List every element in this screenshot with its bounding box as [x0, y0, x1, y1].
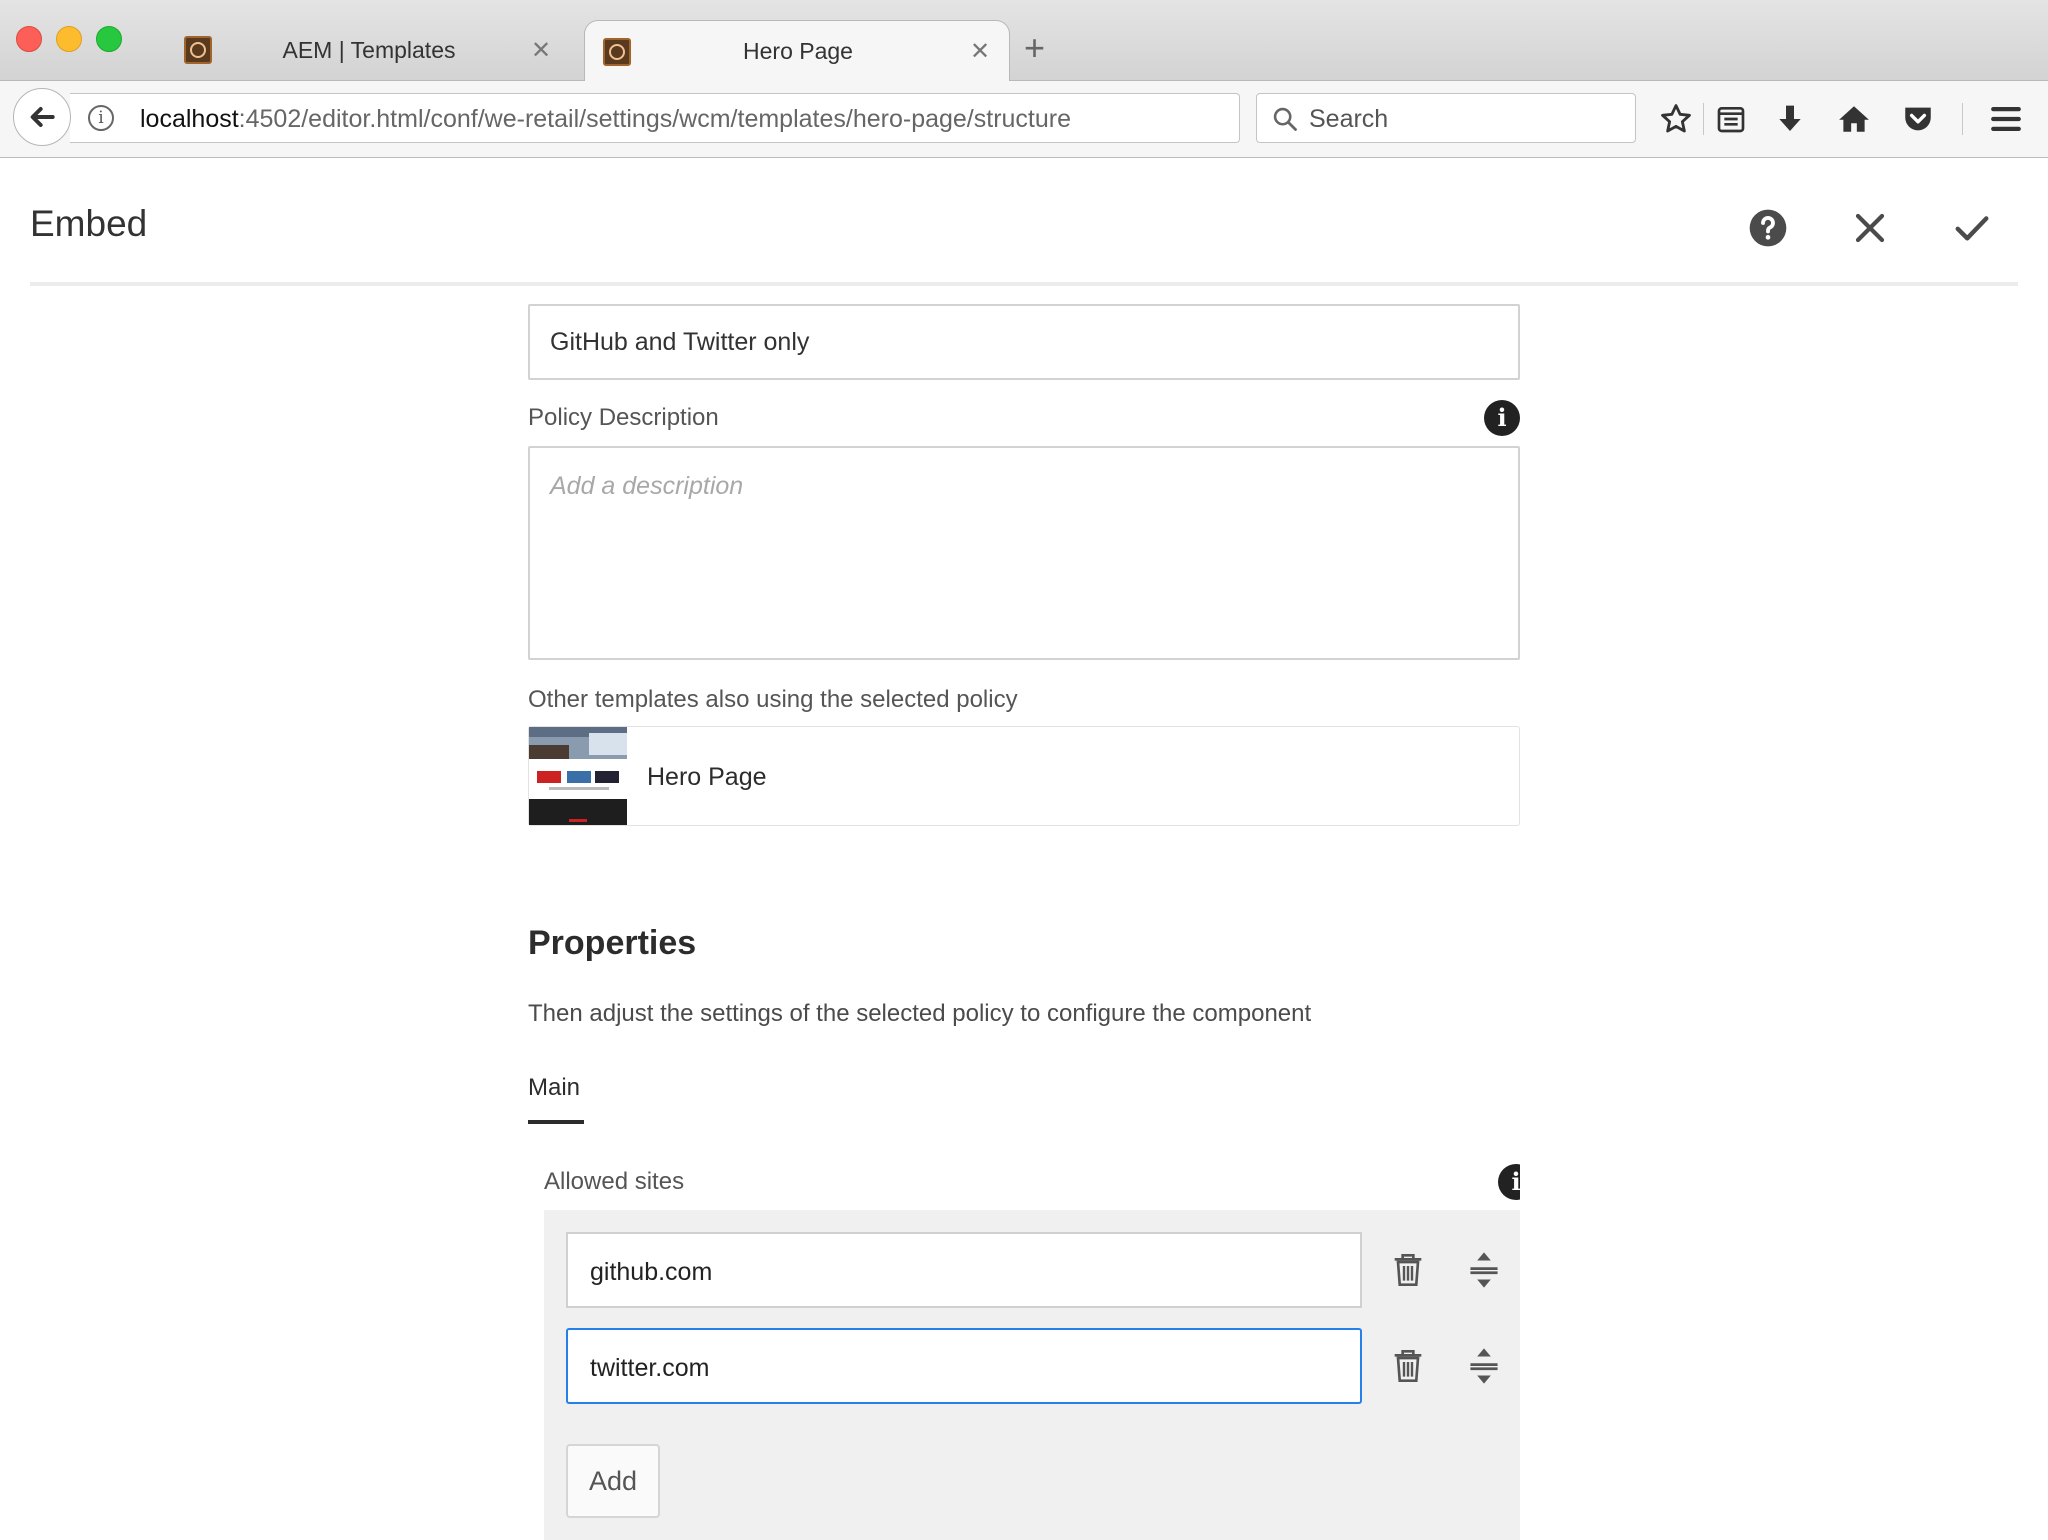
trash-icon[interactable]	[1388, 1250, 1428, 1290]
done-checkmark-icon[interactable]	[1948, 204, 1996, 252]
pocket-icon[interactable]	[1898, 99, 1938, 139]
aem-favicon-icon	[603, 37, 631, 66]
template-thumbnail	[529, 727, 627, 825]
add-site-button[interactable]: Add	[566, 1444, 660, 1518]
allowed-sites-label: Allowed sites	[544, 1168, 685, 1195]
properties-description: Then adjust the settings of the selected…	[528, 1000, 1312, 1027]
window-zoom-button[interactable]	[96, 26, 122, 52]
browser-tab-bar: AEM | Templates ✕ Hero Page ✕ +	[0, 0, 2048, 82]
drag-handle-icon[interactable]	[1464, 1346, 1504, 1386]
home-icon[interactable]	[1834, 99, 1874, 139]
tab-close-icon[interactable]: ✕	[526, 36, 556, 65]
tab-title: AEM | Templates	[282, 36, 456, 63]
browser-nav-bar: i localhost:4502/editor.html/conf/we-ret…	[0, 81, 2048, 158]
close-dialog-icon[interactable]	[1846, 204, 1894, 252]
policy-description-textarea[interactable]: Add a description	[528, 446, 1520, 660]
tab-close-icon[interactable]: ✕	[965, 37, 995, 66]
search-icon	[1271, 105, 1299, 138]
search-box[interactable]	[1256, 93, 1636, 143]
policy-description-label: Policy Description	[528, 404, 719, 431]
allowed-site-input-2[interactable]	[588, 1350, 1332, 1386]
reading-list-icon[interactable]	[1711, 99, 1751, 139]
tab-main[interactable]: Main	[528, 1074, 580, 1102]
tab-main-indicator	[528, 1120, 584, 1124]
url-text[interactable]: localhost:4502/editor.html/conf/we-retai…	[140, 105, 1190, 134]
window-close-button[interactable]	[16, 26, 42, 52]
drag-handle-icon[interactable]	[1464, 1250, 1504, 1290]
aem-favicon-icon	[184, 36, 212, 64]
browser-tab-templates[interactable]: AEM | Templates ✕	[170, 20, 570, 80]
allowed-site-input-1[interactable]	[588, 1254, 1332, 1290]
tab-title: Hero Page	[743, 38, 853, 64]
policy-title-value: GitHub and Twitter only	[550, 328, 810, 356]
info-icon[interactable]: i	[88, 105, 114, 131]
info-icon[interactable]: i	[1484, 400, 1520, 436]
menu-icon[interactable]	[1986, 99, 2026, 139]
allowed-site-field-focused[interactable]	[566, 1328, 1362, 1404]
other-templates-label: Other templates also using the selected …	[528, 686, 1018, 713]
help-icon[interactable]	[1744, 204, 1792, 252]
download-icon[interactable]	[1770, 99, 1810, 139]
dialog-header: Embed	[30, 158, 2018, 286]
back-icon[interactable]	[13, 88, 71, 146]
window-minimize-button[interactable]	[56, 26, 82, 52]
bookmark-star-icon[interactable]	[1656, 99, 1696, 139]
trash-icon[interactable]	[1388, 1346, 1428, 1386]
allowed-site-field[interactable]	[566, 1232, 1362, 1308]
properties-heading: Properties	[528, 924, 697, 962]
template-card-title: Hero Page	[647, 763, 767, 791]
address-bar[interactable]: i localhost:4502/editor.html/conf/we-ret…	[70, 93, 1286, 143]
allowed-sites-multifield: Add	[544, 1210, 1520, 1540]
url-host: localhost	[140, 105, 239, 133]
browser-tab-hero-page[interactable]: Hero Page ✕	[584, 20, 1010, 82]
policy-title-field[interactable]: GitHub and Twitter only	[528, 304, 1520, 380]
info-icon[interactable]: i	[1498, 1164, 1520, 1200]
url-path: :4502/editor.html/conf/we-retail/setting…	[238, 105, 1072, 133]
template-card[interactable]: Hero Page	[528, 726, 1520, 826]
policy-description-placeholder: Add a description	[550, 472, 744, 500]
dialog-title: Embed	[30, 203, 148, 244]
search-input[interactable]	[1307, 102, 1611, 136]
new-tab-button[interactable]: +	[1024, 30, 1045, 66]
